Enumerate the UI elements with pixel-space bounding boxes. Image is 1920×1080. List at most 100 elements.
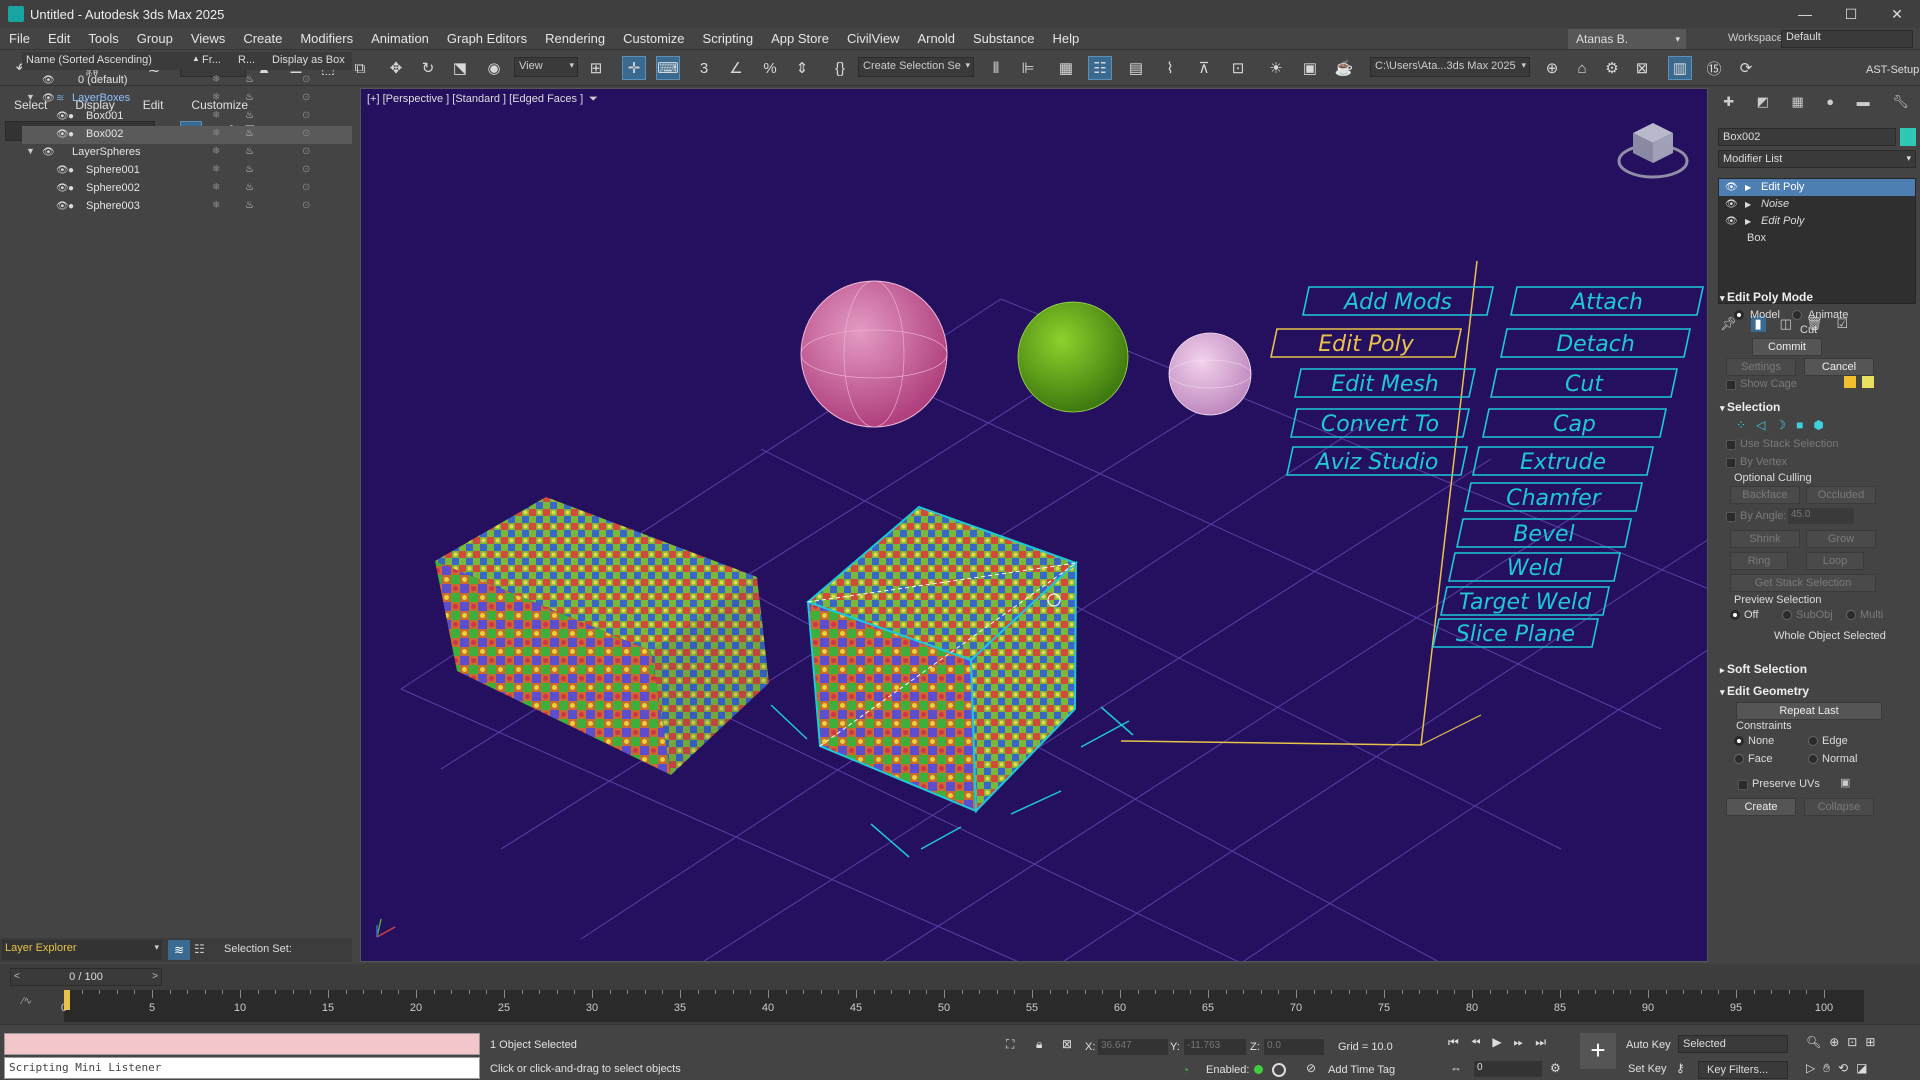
box-display-icon[interactable]: ⊙ [302,200,310,211]
box-display-icon[interactable]: ⊙ [302,182,310,193]
menu-modifiers[interactable]: Modifiers [291,31,362,46]
element-mode-icon[interactable]: ⬢ [1813,418,1823,432]
grow-button[interactable]: Grow [1806,530,1876,548]
quad-item-detach[interactable]: Detach [1500,328,1691,358]
column-display-as-box[interactable]: Display as Box [272,54,345,66]
box-display-icon[interactable]: ⊙ [302,128,310,139]
box-display-icon[interactable]: ⊙ [302,146,310,157]
render-teapot-icon[interactable]: ♨ [245,110,254,121]
menu-arnold[interactable]: Arnold [908,31,964,46]
render-production-icon[interactable]: ☕ [1332,56,1356,80]
curve-editor-icon[interactable]: ⌇ [1158,56,1182,80]
previous-frame-icon[interactable]: < [14,969,20,985]
stack-item-noise[interactable]: 👁︎ ▶ Noise [1719,196,1915,213]
vertex-mode-icon[interactable]: ⁘ [1736,418,1746,432]
z-coordinate-field[interactable]: 0.0 [1264,1039,1324,1055]
freeze-icon[interactable]: ❄ [212,146,220,157]
absolute-mode-icon[interactable]: ⊠ [1062,1037,1072,1051]
quad-item-target-weld[interactable]: Target Weld [1440,586,1610,616]
visibility-eye-icon[interactable]: 👁︎ [56,201,69,212]
isolate-selection-icon[interactable]: ⛶ [1006,1037,1014,1052]
eye-icon[interactable]: 👁︎ [1725,213,1738,230]
expand-arrow-icon[interactable]: ▶ [1745,213,1751,230]
selection-rollout[interactable]: Selection [1720,400,1916,414]
freeze-icon[interactable]: ❄ [212,92,220,103]
collapse-button[interactable]: Collapse [1804,798,1874,816]
create-button[interactable]: Create [1726,798,1796,816]
tree-row-sphere001[interactable]: 👁︎ ● Sphere001 ❄ ♨ ⊙ [22,162,352,180]
version-icon[interactable]: ⑮ [1702,56,1726,80]
menu-civilview[interactable]: CivilView [838,31,909,46]
preserve-uvs-settings-icon[interactable]: ▣ [1840,776,1850,789]
menu-customize[interactable]: Customize [614,31,693,46]
modify-tab-icon[interactable]: ◩ [1757,94,1769,114]
loop-button[interactable]: Loop [1806,552,1864,570]
key-mode-toggle-icon[interactable]: ⇔ [1450,1061,1462,1075]
time-tag-icon[interactable]: ⊘ [1306,1061,1316,1075]
occluded-button[interactable]: Occluded [1806,486,1876,504]
render-teapot-icon[interactable]: ♨ [245,182,254,193]
explorer-type-dropdown[interactable]: Layer Explorer [2,940,162,960]
by-vertex-checkbox[interactable] [1726,458,1736,468]
stack-item-edit-poly[interactable]: 👁︎ ▶ Edit Poly [1719,179,1915,196]
visibility-eye-icon[interactable]: 👁︎ [42,93,55,104]
cage-selected-color-swatch[interactable] [1862,376,1874,388]
auto-key-button[interactable]: Auto Key [1626,1039,1671,1051]
freeze-icon[interactable]: ❄ [212,128,220,139]
make-unique-icon[interactable]: ◫ [1780,316,1792,332]
set-key-button[interactable]: Set Key [1628,1063,1667,1075]
material-editor-icon[interactable]: ⊡ [1226,56,1250,80]
visibility-eye-icon[interactable]: 👁︎ [42,75,55,86]
menu-substance[interactable]: Substance [964,31,1043,46]
utilities-tab-icon[interactable]: 🔧︎ [1892,94,1909,114]
expand-arrow-icon[interactable]: ▶ [1745,179,1751,196]
project-settings-icon[interactable]: ⚙ [1600,56,1624,80]
edit-poly-mode-rollout[interactable]: Edit Poly Mode [1720,290,1916,304]
render-teapot-icon[interactable]: ♨ [245,164,254,175]
visibility-eye-icon[interactable]: 👁︎ [42,147,55,158]
tree-row-box002[interactable]: 👁︎ ● Box002 ❄ ♨ ⊙ [22,126,352,144]
quad-item-edit-mesh[interactable]: Edit Mesh [1294,368,1476,398]
zoom-icon[interactable]: 🔍︎ [1806,1035,1821,1049]
tree-row-layerspheres[interactable]: ▼ 👁︎ LayerSpheres ❄ ♨ ⊙ [22,144,352,162]
schematic-view-icon[interactable]: ⊼ [1192,56,1216,80]
placement-icon[interactable]: ◉ [482,56,506,80]
shrink-button[interactable]: Shrink [1730,530,1800,548]
mirror-icon[interactable]: ⫴ [984,56,1008,80]
edit-named-selection-icon[interactable]: {} [828,56,852,80]
quad-item-edit-poly[interactable]: Edit Poly [1270,328,1462,358]
get-stack-selection-button[interactable]: Get Stack Selection [1730,574,1876,592]
autodesk-assistant-icon[interactable]: ▥ [1668,56,1692,80]
asset-tracking-icon[interactable]: ⊠ [1630,56,1654,80]
key-filters-button[interactable]: Key Filters... [1698,1061,1788,1079]
menu-animation[interactable]: Animation [362,31,438,46]
column-freeze[interactable]: Fr... [202,54,221,66]
menu-graph-editors[interactable]: Graph Editors [438,31,536,46]
next-key-icon[interactable]: ⏩︎ [1514,1035,1524,1050]
ast-setup-label[interactable]: AST-Setup [1866,64,1919,76]
set-key-big-icon[interactable]: + [1580,1033,1616,1069]
column-name[interactable]: Name (Sorted Ascending) [26,54,152,66]
tree-row-box001[interactable]: 👁︎ ● Box001 ❄ ♨ ⊙ [22,108,352,126]
next-frame-icon[interactable]: > [152,969,158,985]
current-frame-field[interactable]: 0 [1474,1061,1542,1077]
border-mode-icon[interactable]: ☽ [1775,418,1786,432]
angle-snap-icon[interactable]: ∠ [724,56,748,80]
previous-key-icon[interactable]: ⏪︎ [1471,1035,1481,1050]
constraint-edge-radio[interactable] [1808,736,1818,746]
x-coordinate-field[interactable]: 36.647 [1098,1039,1168,1055]
time-config-icon[interactable]: ⚙ [1550,1061,1561,1075]
visibility-eye-icon[interactable]: 👁︎ [56,129,69,140]
cancel-button[interactable]: Cancel [1804,358,1874,376]
time-slider-handle[interactable] [64,990,70,1010]
minimize-button[interactable]: — [1782,6,1828,23]
scale-icon[interactable]: ⬔ [448,56,472,80]
snap-toggle-icon[interactable] [1272,1063,1286,1077]
commit-button[interactable]: Commit [1752,338,1822,356]
stack-item-edit-poly-2[interactable]: 👁︎ ▶ Edit Poly [1719,213,1915,230]
menu-create[interactable]: Create [234,31,291,46]
rotate-icon[interactable]: ↻ [416,56,440,80]
eye-icon[interactable]: 👁︎ [1725,196,1738,213]
constraint-face-radio[interactable] [1734,754,1744,764]
menu-rendering[interactable]: Rendering [536,31,614,46]
